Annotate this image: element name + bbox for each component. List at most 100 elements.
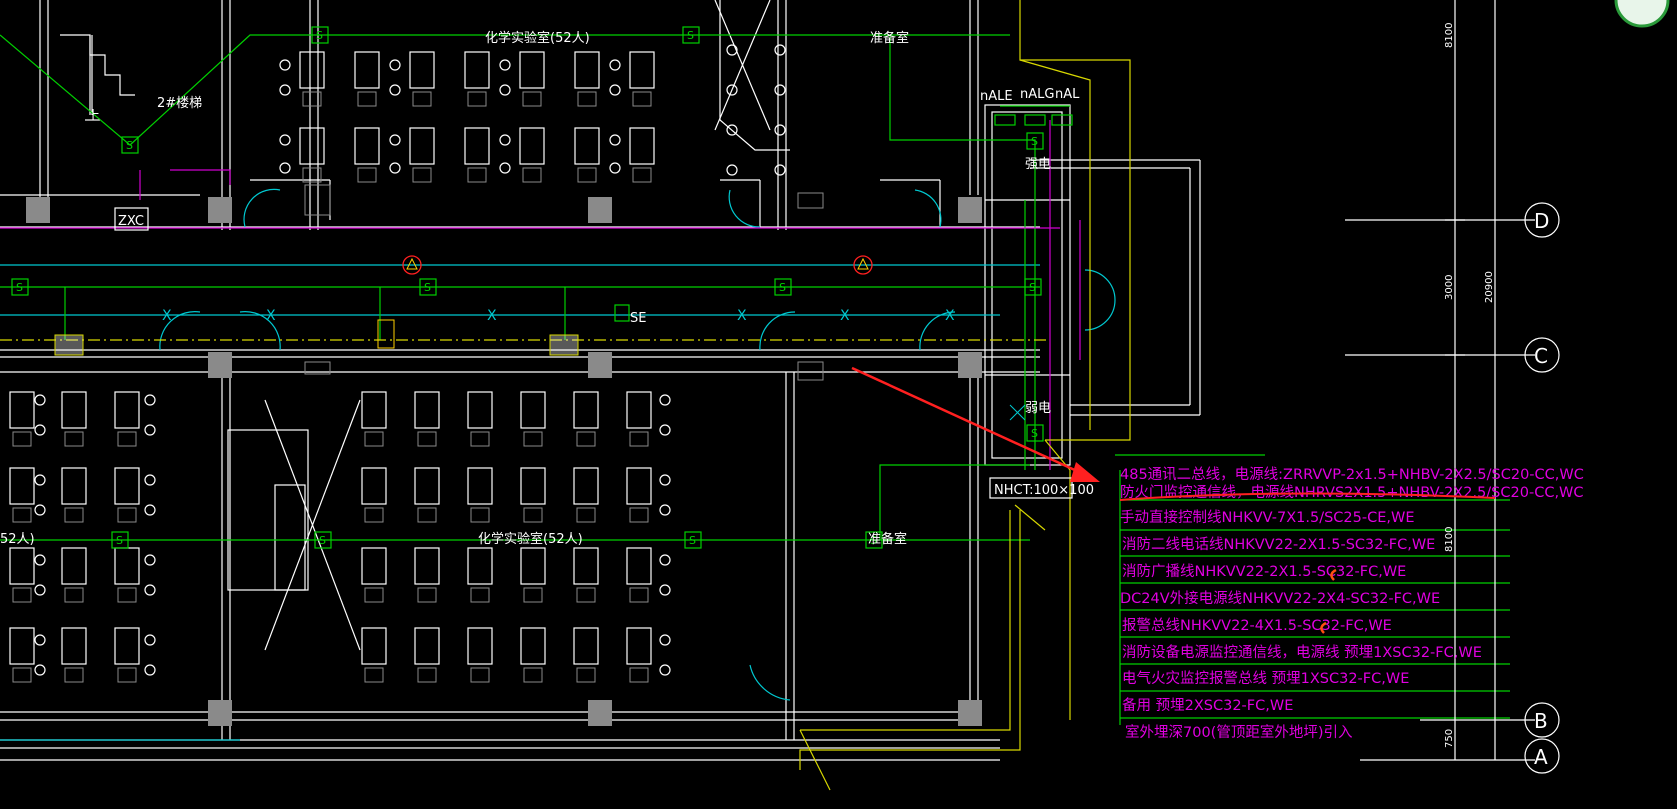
seat	[144, 424, 156, 436]
building-outline	[0, 0, 1131, 791]
stool	[364, 431, 384, 447]
seat	[609, 162, 621, 174]
svg-text:X: X	[840, 308, 850, 324]
svg-text:X: X	[162, 308, 172, 324]
desk	[629, 51, 655, 89]
desk	[464, 51, 490, 89]
stool	[629, 667, 649, 683]
seat	[659, 474, 671, 486]
desk	[574, 51, 600, 89]
dimension-edge: 750	[1444, 729, 1455, 748]
cable-item-2: 防火门监控通信线，电源线NHRVS2X1.5+NHBV-2X2.5/SC20-C…	[1120, 484, 1584, 501]
cad-drawing-canvas[interactable]: X X X X X X S S S S S S S S S S S S S D …	[0, 0, 1677, 809]
seat	[659, 504, 671, 516]
stool	[522, 91, 542, 107]
cable-schedule: 485通讯二总线，电源线:ZRRVVP-2x1.5+NHBV-2X2.5/SC2…	[1120, 466, 1584, 741]
seat	[34, 394, 46, 406]
desk	[354, 127, 380, 165]
stool	[576, 587, 596, 603]
desk	[626, 467, 652, 505]
stool	[117, 667, 137, 683]
desk	[61, 467, 87, 505]
seat	[499, 134, 511, 146]
stool	[523, 667, 543, 683]
axis-label-a: A	[1534, 745, 1548, 769]
desk	[574, 127, 600, 165]
seat	[659, 554, 671, 566]
room-label-prep-top: 准备室	[870, 30, 909, 46]
desk	[9, 627, 35, 665]
cable-item-6: DC24V外接电源线NHKVV22-2X4-SC32-FC,WE	[1120, 590, 1440, 607]
stool	[523, 431, 543, 447]
svg-text:S: S	[316, 29, 323, 42]
dimension-corridor: 3000	[1444, 275, 1455, 300]
axis-label-d: D	[1534, 209, 1549, 233]
seat	[144, 634, 156, 646]
desk	[467, 547, 493, 585]
stool	[417, 431, 437, 447]
desk	[573, 547, 599, 585]
stool	[470, 667, 490, 683]
cable-item-11: 室外埋深700(管顶距室外地坪)引入	[1125, 724, 1353, 741]
desk	[414, 627, 440, 665]
svg-text:X: X	[487, 308, 497, 324]
cable-cross-marks: X X X X X X	[162, 308, 955, 324]
seat	[499, 59, 511, 71]
stool	[523, 587, 543, 603]
stool	[64, 667, 84, 683]
seat	[499, 84, 511, 96]
panel-label-zxc: ZXC	[118, 214, 144, 229]
cable-item-8: 消防设备电源监控通信线，电源线 预埋1XSC32-FC,WE	[1122, 644, 1482, 661]
seat	[279, 84, 291, 96]
room-label-prep-bottom: 准备室	[868, 531, 907, 547]
fire-devices	[54, 184, 1026, 421]
stool	[577, 167, 597, 183]
seat	[774, 124, 786, 136]
trunking-label: NHCT:100×100	[994, 483, 1094, 498]
desk	[519, 51, 545, 89]
desk	[573, 627, 599, 665]
room-label-lab-left: 52人)	[0, 532, 35, 547]
cable-item-7: 报警总线NHKVV22-4X1.5-SC32-FC,WE	[1122, 617, 1392, 634]
desk	[61, 627, 87, 665]
desk	[9, 467, 35, 505]
stool	[117, 431, 137, 447]
seat	[774, 84, 786, 96]
stool	[576, 507, 596, 523]
seat	[659, 664, 671, 676]
distribution-panels	[994, 105, 1073, 126]
stool	[412, 167, 432, 183]
stool	[12, 667, 32, 683]
desk	[520, 627, 546, 665]
stool	[357, 167, 377, 183]
stool	[64, 587, 84, 603]
desk	[114, 547, 140, 585]
seat	[774, 164, 786, 176]
seat	[659, 584, 671, 596]
stool	[364, 667, 384, 683]
stool	[576, 667, 596, 683]
seat	[144, 664, 156, 676]
desk	[520, 547, 546, 585]
desk	[114, 391, 140, 429]
desk	[61, 391, 87, 429]
desk	[626, 547, 652, 585]
desk	[361, 547, 387, 585]
stool	[467, 91, 487, 107]
room-label-strong-elec: 强电	[1025, 157, 1051, 172]
svg-text:S: S	[319, 534, 326, 547]
panel-label-nale: nALE	[980, 89, 1013, 104]
panel-label-se: SE	[630, 311, 646, 326]
seat	[34, 474, 46, 486]
stool	[64, 431, 84, 447]
stool	[523, 507, 543, 523]
desk	[354, 51, 380, 89]
seat	[34, 424, 46, 436]
desk	[9, 547, 35, 585]
seat	[659, 424, 671, 436]
desk	[414, 467, 440, 505]
seat	[34, 504, 46, 516]
seat	[34, 584, 46, 596]
annotation-arrowhead	[1070, 462, 1100, 482]
svg-text:X: X	[737, 308, 747, 324]
